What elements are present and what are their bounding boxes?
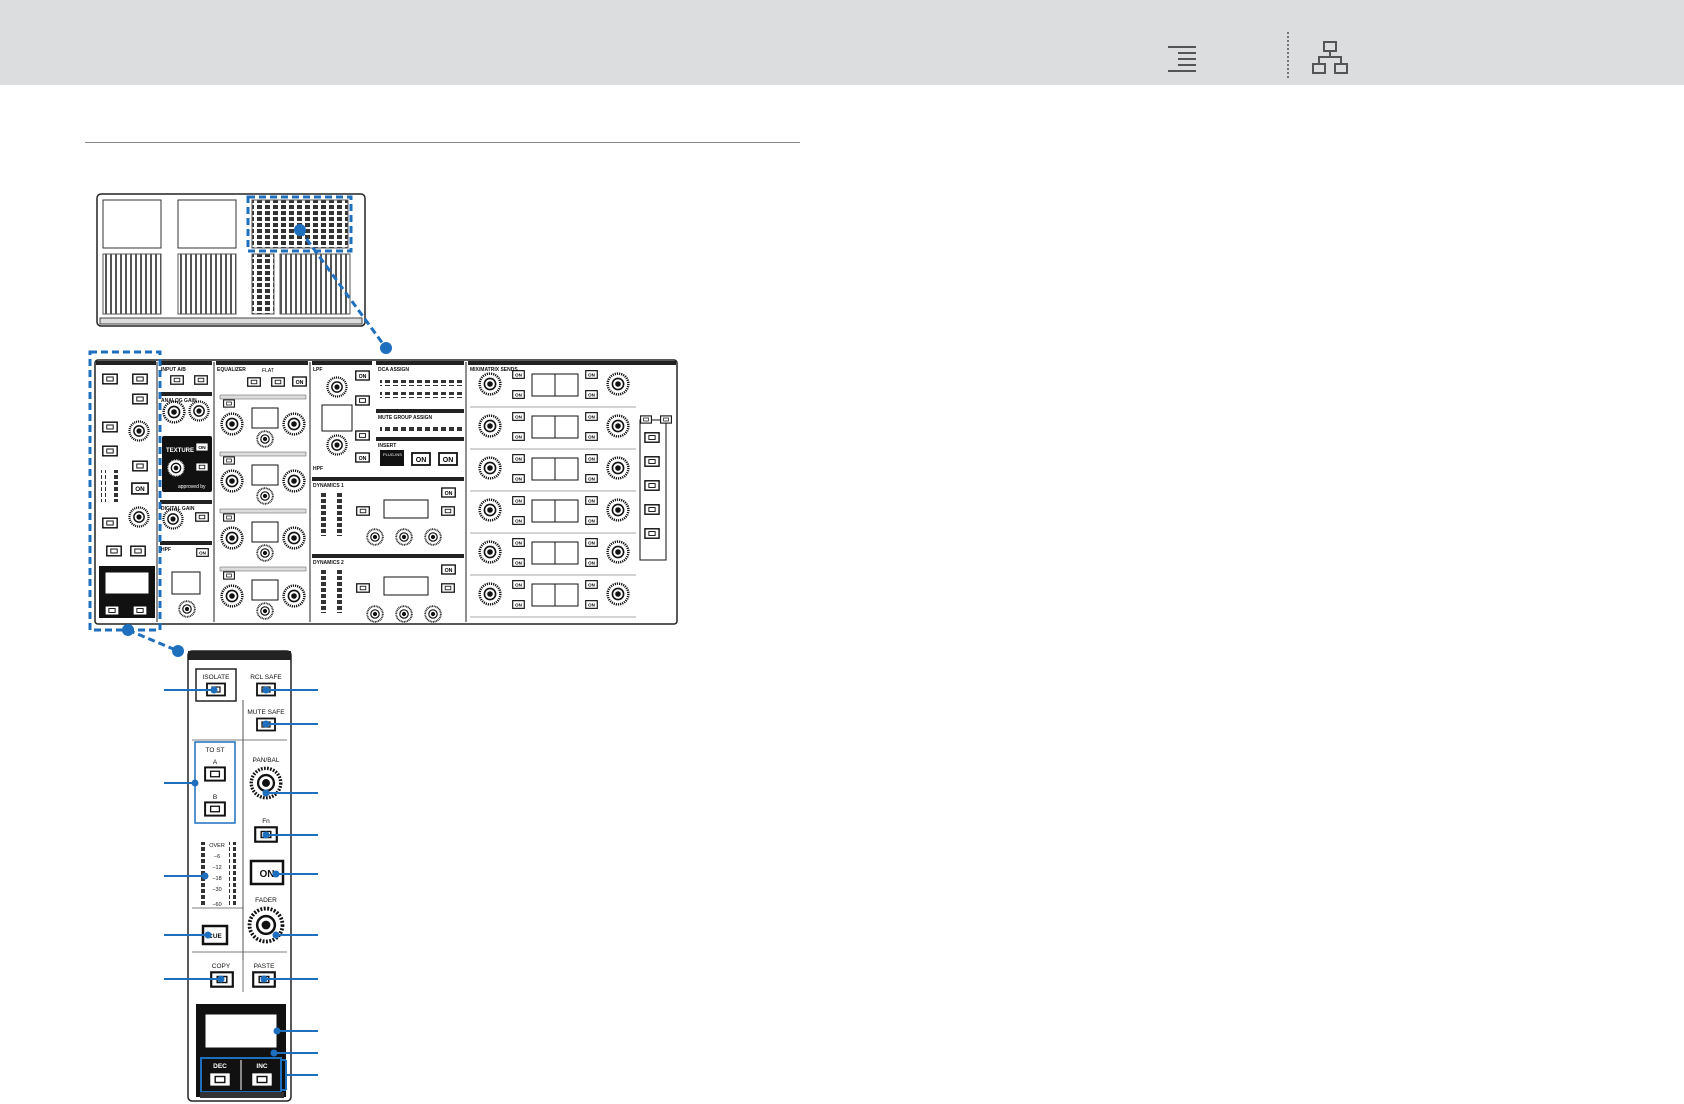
- svg-text:DCA ASSIGN: DCA ASSIGN: [378, 367, 409, 373]
- svg-text:INSERT: INSERT: [378, 443, 396, 449]
- svg-text:−6: −6: [214, 854, 220, 860]
- svg-text:PLUG-INS: PLUG-INS: [383, 452, 402, 457]
- svg-text:OVER: OVER: [209, 843, 225, 849]
- svg-text:ON: ON: [260, 869, 275, 880]
- inc-button[interactable]: [250, 1071, 274, 1088]
- svg-text:DEC: DEC: [213, 1063, 227, 1070]
- svg-text:FLAT: FLAT: [262, 368, 274, 374]
- svg-text:DYNAMICS 1: DYNAMICS 1: [313, 483, 344, 489]
- svg-text:−60: −60: [212, 902, 221, 908]
- svg-text:RCL SAFE: RCL SAFE: [250, 674, 282, 681]
- isolate-button[interactable]: ISOLATE: [195, 668, 237, 702]
- svg-text:B: B: [213, 794, 217, 801]
- svg-text:HPF: HPF: [161, 547, 171, 553]
- svg-text:INC: INC: [256, 1063, 268, 1070]
- svg-text:LPF: LPF: [313, 367, 322, 373]
- svg-text:−12: −12: [212, 865, 221, 871]
- svg-text:TEXTURE: TEXTURE: [166, 448, 194, 454]
- to-st-b-button[interactable]: [204, 801, 226, 817]
- svg-text:MUTE SAFE: MUTE SAFE: [247, 709, 285, 716]
- svg-text:Fn: Fn: [262, 818, 270, 825]
- svg-text:ISOLATE: ISOLATE: [203, 674, 231, 681]
- svg-text:COPY: COPY: [212, 963, 231, 970]
- svg-text:A: A: [213, 759, 218, 766]
- svg-text:HPF: HPF: [313, 466, 323, 472]
- svg-text:DYNAMICS 2: DYNAMICS 2: [313, 560, 344, 566]
- selected-channel-panel: INPUT A/B EQUALIZER LPF DCA ASSIGN MIX/M…: [88, 350, 678, 657]
- dec-button[interactable]: [208, 1071, 232, 1088]
- svg-text:MIX/MATRIX SENDS: MIX/MATRIX SENDS: [470, 367, 518, 373]
- to-st-a-button[interactable]: [204, 766, 226, 782]
- svg-text:EQUALIZER: EQUALIZER: [217, 367, 246, 373]
- svg-text:INPUT A/B: INPUT A/B: [161, 367, 186, 373]
- svg-text:TO ST: TO ST: [205, 747, 224, 754]
- svg-text:PAN/BAL: PAN/BAL: [253, 757, 280, 764]
- copy-button[interactable]: COPY: [210, 963, 234, 988]
- svg-text:−18: −18: [212, 876, 221, 882]
- svg-text:FADER: FADER: [255, 897, 277, 904]
- svg-text:−30: −30: [212, 887, 221, 893]
- svg-text:PASTE: PASTE: [254, 963, 275, 970]
- console-overview: [96, 193, 392, 354]
- svg-text:approved by: approved by: [178, 484, 206, 490]
- paste-button[interactable]: PASTE: [252, 963, 276, 988]
- console-figure: ON: [88, 193, 678, 1102]
- svg-text:MUTE GROUP ASSIGN: MUTE GROUP ASSIGN: [378, 415, 433, 421]
